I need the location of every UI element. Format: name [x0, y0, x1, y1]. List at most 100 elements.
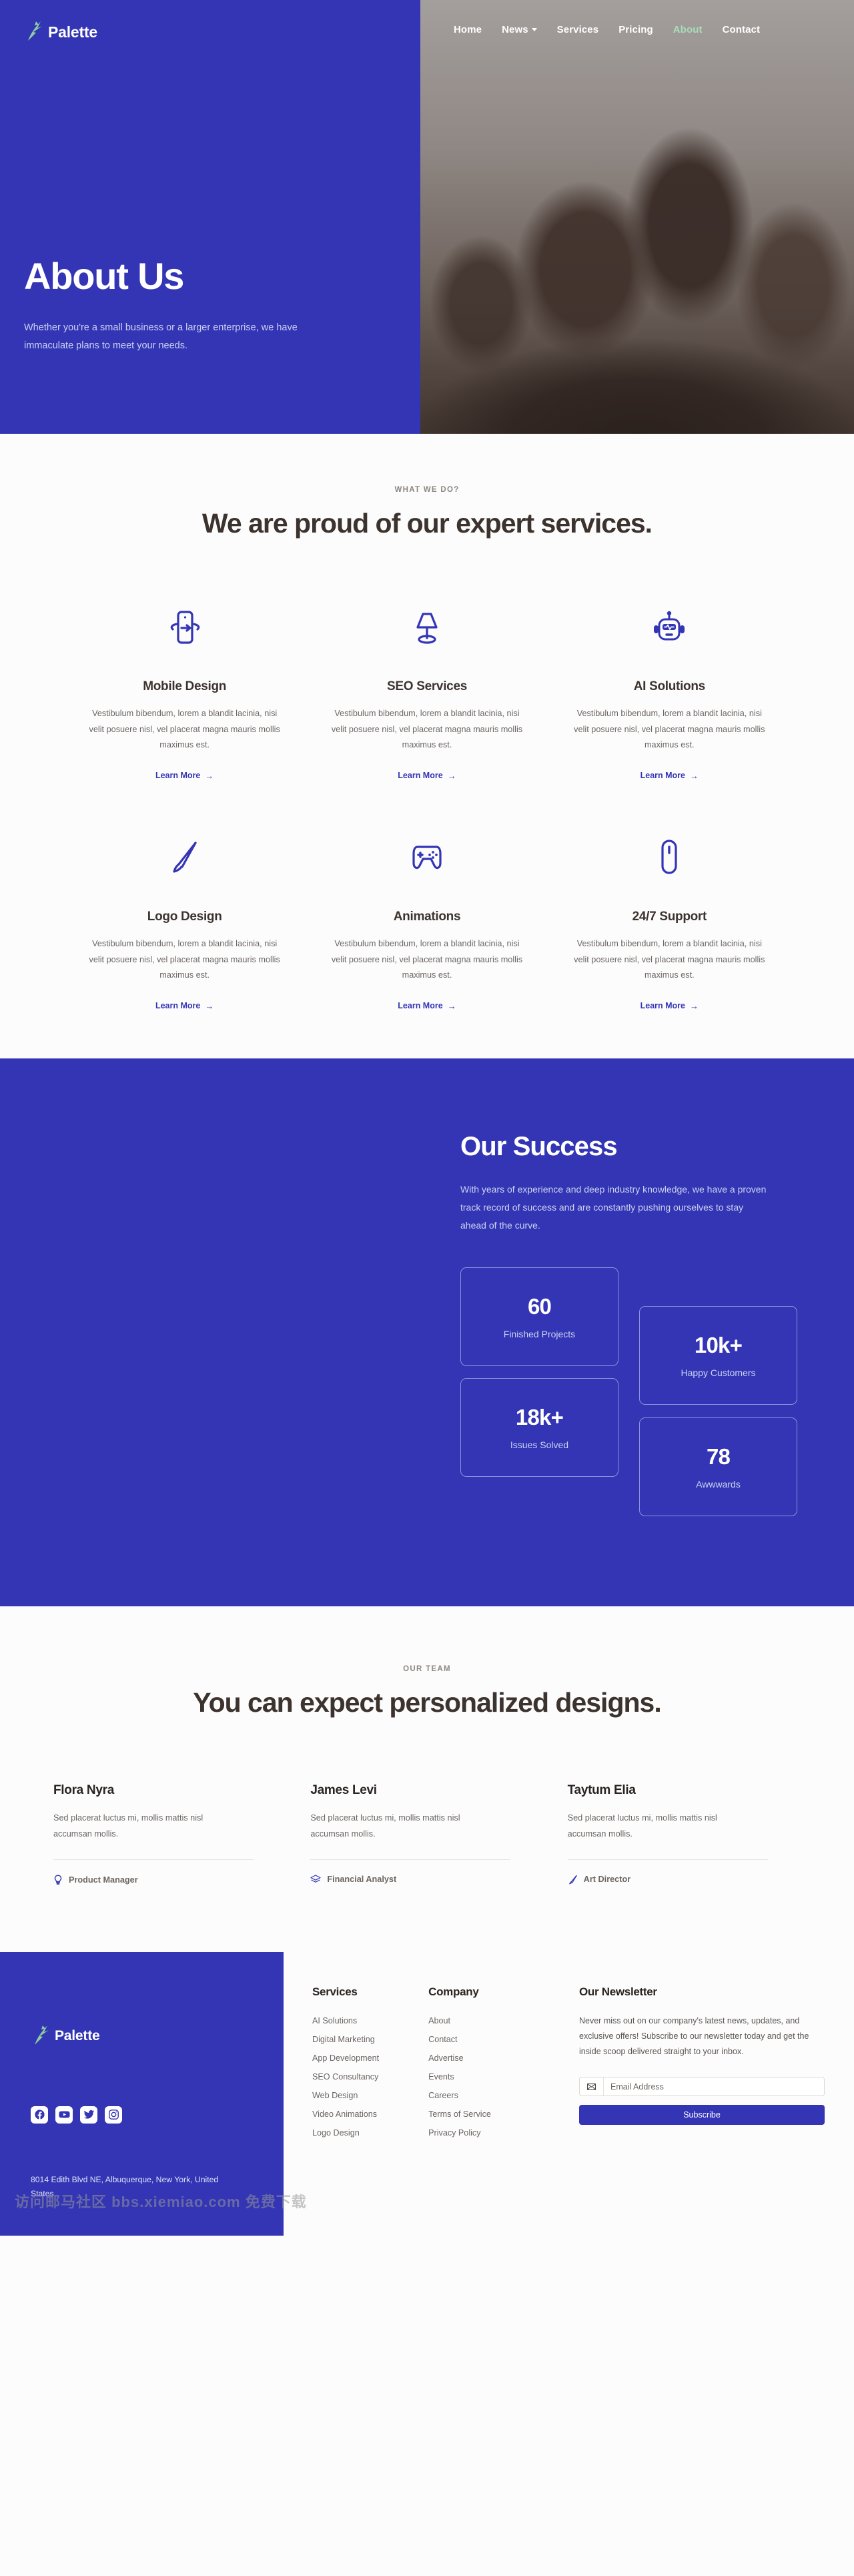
nav-item-home[interactable]: Home [454, 24, 482, 35]
learn-more-label: Learn More [155, 1001, 201, 1011]
nav-label: Home [454, 24, 482, 35]
stat-label: Awwwards [696, 1479, 741, 1490]
youtube-icon[interactable] [55, 2106, 73, 2124]
footer-link[interactable]: Contact [428, 2035, 491, 2044]
instagram-icon[interactable] [105, 2106, 122, 2124]
footer-link[interactable]: About [428, 2016, 491, 2025]
service-card-ai-solutions[interactable]: AI Solutions Vestibulum bibendum, lorem … [548, 602, 791, 781]
gamepad-icon [328, 832, 525, 883]
success-section: Our Success With years of experience and… [0, 1058, 854, 1607]
stat-card-awwwards: 78 Awwwards [639, 1417, 797, 1517]
services-section: WHAT WE DO? We are proud of our expert s… [0, 434, 854, 1059]
services-grid: Mobile Design Vestibulum bibendum, lorem… [63, 602, 791, 1012]
service-name: Animations [393, 910, 461, 924]
footer-link[interactable]: SEO Consultancy [312, 2072, 379, 2081]
footer-column-title: Services [312, 1985, 358, 1998]
learn-more-link[interactable]: Learn More → [640, 771, 699, 781]
learn-more-label: Learn More [640, 771, 686, 781]
nav-item-pricing[interactable]: Pricing [618, 24, 653, 35]
site-logo[interactable]: Palette [24, 20, 97, 45]
footer-column-services: Services AI Solutions Digital Marketing … [312, 1985, 379, 2138]
footer-logo[interactable]: Palette [31, 2024, 284, 2049]
nav-item-services[interactable]: Services [557, 24, 599, 35]
stat-value: 18k+ [515, 1405, 564, 1430]
subscribe-button[interactable]: Subscribe [579, 2105, 825, 2126]
service-name: 24/7 Support [632, 910, 707, 924]
layers-icon [310, 1875, 321, 1885]
footer-link[interactable]: Advertise [428, 2053, 491, 2063]
learn-more-link[interactable]: Learn More → [155, 1001, 214, 1011]
arrow-right-icon: → [690, 1000, 699, 1011]
service-card-seo-services[interactable]: SEO Services Vestibulum bibendum, lorem … [306, 602, 548, 781]
stat-value: 60 [527, 1294, 552, 1319]
member-name: Flora Nyra [53, 1783, 114, 1797]
service-desc: Vestibulum bibendum, lorem a blandit lac… [574, 939, 765, 980]
nav-label: Services [556, 24, 599, 35]
team-member-flora-nyra: Flora Nyra Sed placerat luctus mi, molli… [53, 1783, 286, 1885]
service-desc: Vestibulum bibendum, lorem a blandit lac… [89, 709, 280, 750]
divider [567, 1859, 768, 1860]
social-links[interactable] [31, 2106, 284, 2124]
stats-grid: 60 Finished Projects 18k+ Issues Solved … [460, 1267, 821, 1528]
stat-card-issues-solved: 18k+ Issues Solved [460, 1378, 618, 1478]
main-nav[interactable]: Home News Services Pricing About Contact [454, 24, 827, 35]
team-member-james-levi: James Levi Sed placerat luctus mi, molli… [310, 1783, 543, 1885]
service-card-animations[interactable]: Animations Vestibulum bibendum, lorem a … [306, 832, 548, 1012]
mouse-icon [571, 832, 768, 883]
hero-subtitle: Whether you're a small business or a lar… [24, 322, 298, 351]
learn-more-link[interactable]: Learn More → [398, 1001, 456, 1011]
mobile-rotate-icon [86, 602, 283, 653]
page-title: About Us [24, 255, 184, 297]
newsletter-title: Our Newsletter [579, 1985, 657, 1998]
twitter-icon[interactable] [80, 2106, 97, 2124]
divider [310, 1859, 511, 1860]
service-desc: Vestibulum bibendum, lorem a blandit lac… [89, 939, 280, 980]
footer-link[interactable]: Video Animations [312, 2110, 379, 2119]
service-name: Logo Design [147, 910, 222, 924]
team-member-taytum-elia: Taytum Elia Sed placerat luctus mi, moll… [567, 1783, 801, 1885]
footer-brand-panel: Palette 8014 Edith Blvd NE, Albuquerque,… [0, 1951, 284, 2236]
footer-link[interactable]: Privacy Policy [428, 2128, 491, 2138]
email-field-wrapper[interactable] [579, 2077, 825, 2097]
member-desc: Sed placerat luctus mi, mollis mattis ni… [567, 1813, 717, 1839]
footer-link[interactable]: Digital Marketing [312, 2035, 379, 2044]
email-input[interactable] [604, 2081, 824, 2091]
nav-item-contact[interactable]: Contact [723, 24, 761, 35]
footer-link[interactable]: Events [428, 2072, 491, 2081]
stat-label: Finished Projects [503, 1329, 576, 1340]
chevron-down-icon [531, 28, 537, 31]
service-desc: Vestibulum bibendum, lorem a blandit lac… [574, 709, 765, 750]
footer-link-list[interactable]: About Contact Advertise Events Careers T… [428, 2016, 491, 2138]
hero-photo [420, 0, 854, 434]
logo-text: Palette [55, 2028, 100, 2044]
learn-more-link[interactable]: Learn More → [155, 771, 214, 781]
lamp-icon [328, 602, 525, 653]
nav-item-about[interactable]: About [673, 24, 703, 35]
hero-copy: About Us Whether you're a small business… [24, 255, 384, 354]
footer-link[interactable]: AI Solutions [312, 2016, 379, 2025]
footer-link[interactable]: Web Design [312, 2091, 379, 2100]
nav-item-news[interactable]: News [502, 24, 537, 35]
service-card-247-support[interactable]: 24/7 Support Vestibulum bibendum, lorem … [548, 832, 791, 1012]
service-card-logo-design[interactable]: Logo Design Vestibulum bibendum, lorem a… [63, 832, 306, 1012]
facebook-icon[interactable] [31, 2106, 48, 2124]
stat-card-finished-projects: 60 Finished Projects [460, 1267, 618, 1367]
team-grid: Flora Nyra Sed placerat luctus mi, molli… [53, 1783, 801, 1885]
footer-link[interactable]: App Development [312, 2053, 379, 2063]
learn-more-label: Learn More [155, 771, 201, 781]
learn-more-label: Learn More [640, 1001, 686, 1011]
service-card-mobile-design[interactable]: Mobile Design Vestibulum bibendum, lorem… [63, 602, 306, 781]
stat-value: 10k+ [694, 1333, 743, 1358]
team-section: OUR TEAM You can expect personalized des… [0, 1606, 854, 1952]
stat-label: Issues Solved [510, 1439, 569, 1451]
learn-more-link[interactable]: Learn More → [640, 1001, 699, 1011]
learn-more-link[interactable]: Learn More → [398, 771, 456, 781]
footer-column-company: Company About Contact Advertise Events C… [428, 1985, 491, 2138]
footer-link-list[interactable]: AI Solutions Digital Marketing App Devel… [312, 2016, 379, 2138]
footer-link[interactable]: Logo Design [312, 2128, 379, 2138]
arrow-right-icon: → [447, 770, 456, 781]
arrow-right-icon: → [447, 1000, 456, 1011]
footer-link[interactable]: Terms of Service [428, 2110, 491, 2119]
footer-link[interactable]: Careers [428, 2091, 491, 2100]
divider [53, 1859, 254, 1860]
